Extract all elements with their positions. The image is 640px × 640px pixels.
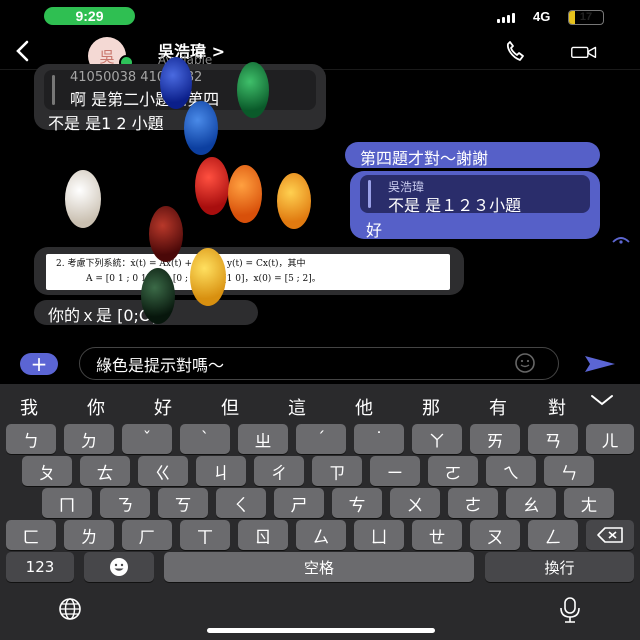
key[interactable]: ㄧ [370, 456, 420, 486]
red-ball-icon [195, 157, 229, 215]
key[interactable]: ㄍ [138, 456, 188, 486]
key[interactable]: ㄋ [100, 488, 150, 518]
key[interactable]: ㄆ [22, 456, 72, 486]
quote-text: 不是 是１２３小題 [388, 196, 522, 215]
key[interactable]: ㄡ [470, 520, 520, 550]
key[interactable]: ㄣ [544, 456, 594, 486]
dictation-button[interactable] [555, 596, 585, 628]
read-receipt-icon [612, 229, 630, 244]
video-camera-icon [571, 46, 597, 59]
send-button[interactable] [584, 354, 616, 374]
key[interactable]: ㄕ [274, 488, 324, 518]
suggestion-item[interactable]: 對 [548, 394, 568, 420]
suggestion-item[interactable]: 那 [422, 394, 440, 420]
key[interactable]: ㄨ [390, 488, 440, 518]
key[interactable]: ㄤ [564, 488, 614, 518]
message-text: 不是 是1 2 小題 [48, 114, 164, 133]
key[interactable]: ㄥ [528, 520, 578, 550]
key[interactable]: ㄘ [332, 488, 382, 518]
suggestion-item[interactable]: 我 [20, 394, 38, 420]
key[interactable]: ㄇ [42, 488, 92, 518]
key[interactable]: ㄏ [122, 520, 172, 550]
battery-level: 17 [579, 11, 593, 23]
suggestion-item[interactable]: 有 [489, 394, 507, 420]
blue-ball-icon [160, 57, 192, 109]
expand-suggestions-button[interactable] [589, 392, 615, 412]
key[interactable]: ㄌ [64, 520, 114, 550]
video-call-button[interactable] [571, 41, 597, 67]
chevron-left-icon [16, 40, 29, 62]
home-indicator [207, 628, 435, 633]
smiley-icon [515, 353, 535, 373]
send-icon [585, 356, 615, 372]
emoji-button[interactable] [510, 352, 540, 374]
space-key[interactable]: 空格 [164, 552, 474, 582]
key[interactable]: ㄩ [354, 520, 404, 550]
cue-ball-icon [65, 170, 101, 228]
key[interactable]: ㄊ [80, 456, 130, 486]
key[interactable]: ˙ [354, 424, 404, 454]
emoji-icon [110, 558, 128, 576]
orange-ball-icon [228, 165, 262, 223]
microphone-icon [560, 597, 580, 623]
key[interactable]: ㄉ [64, 424, 114, 454]
key[interactable]: ㄒ [180, 520, 230, 550]
key[interactable]: ㄐ [196, 456, 246, 486]
key[interactable]: ㄑ [216, 488, 266, 518]
orange-ball-icon [277, 173, 311, 229]
message-text: 好 [366, 221, 383, 240]
key[interactable]: ㄔ [254, 456, 304, 486]
math-line-1: 2. 考慮下列系統：ẋ(t) = Ax(t) + Bu(t)，y(t) = Cx… [56, 259, 306, 269]
suggestion-item[interactable]: 這 [288, 394, 306, 420]
key[interactable]: ㄙ [296, 520, 346, 550]
key[interactable]: ㄈ [6, 520, 56, 550]
key[interactable]: ㄛ [428, 456, 478, 486]
key[interactable]: ㄎ [158, 488, 208, 518]
key[interactable]: ˇ [122, 424, 172, 454]
call-button[interactable] [503, 41, 529, 67]
key[interactable]: ㄞ [470, 424, 520, 454]
add-attachment-button[interactable]: + [20, 353, 58, 375]
backspace-icon [597, 527, 623, 543]
message-input-text: 綠色是提示對嗎～ [96, 356, 225, 375]
key[interactable]: ㄝ [412, 520, 462, 550]
suggestion-item[interactable]: 他 [355, 394, 373, 420]
language-switch-button[interactable] [48, 596, 92, 626]
numbers-key[interactable]: 123 [6, 552, 74, 582]
key[interactable]: ㄓ [238, 424, 288, 454]
phone-icon [507, 41, 524, 61]
key[interactable]: ㄗ [312, 456, 362, 486]
network-label: 4G [533, 9, 551, 24]
yellow-ball-icon [190, 248, 226, 306]
key[interactable]: ㄜ [448, 488, 498, 518]
key[interactable]: ˋ [180, 424, 230, 454]
key[interactable]: ㄚ [412, 424, 462, 454]
emoji-key[interactable] [84, 552, 154, 582]
suggestion-item[interactable]: 好 [154, 394, 172, 420]
message-text: 第四題才對～謝謝 [360, 149, 489, 168]
key[interactable]: ㄟ [486, 456, 536, 486]
return-key[interactable]: 換行 [485, 552, 634, 582]
key[interactable]: ㄖ [238, 520, 288, 550]
chevron-down-icon [591, 395, 613, 406]
key[interactable]: ㄠ [506, 488, 556, 518]
quote-bar [368, 180, 371, 208]
suggestion-item[interactable]: 你 [87, 394, 105, 420]
green-ball-icon [237, 62, 269, 118]
dark-green-ball-icon [141, 268, 175, 324]
quote-bar [52, 75, 55, 105]
suggestion-item[interactable]: 但 [221, 394, 239, 420]
signal-icon [497, 13, 515, 23]
delete-key[interactable] [586, 520, 634, 550]
status-time: 9:29 [44, 7, 135, 25]
key[interactable]: ㄢ [528, 424, 578, 454]
blue-ball-icon [184, 101, 218, 155]
maroon-ball-icon [149, 206, 183, 262]
key[interactable]: ㄅ [6, 424, 56, 454]
key[interactable]: ˊ [296, 424, 346, 454]
attached-image[interactable]: 2. 考慮下列系統：ẋ(t) = Ax(t) + Bu(t)，y(t) = Cx… [46, 254, 450, 290]
back-button[interactable] [12, 38, 32, 71]
globe-icon [59, 598, 81, 620]
key[interactable]: ㄦ [586, 424, 634, 454]
